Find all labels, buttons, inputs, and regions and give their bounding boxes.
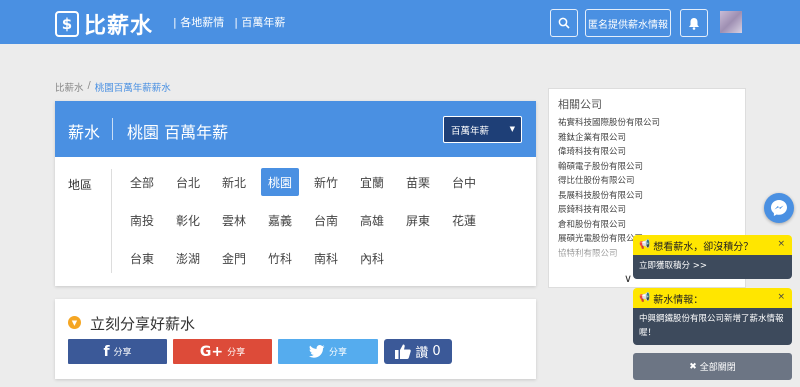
get-points-link[interactable]: 立即獲取積分 >> <box>639 261 707 271</box>
related-companies-title: 相關公司 <box>558 98 602 111</box>
card-header: 薪水 桃園 百萬年薪 百萬年薪 ▼ <box>55 101 536 157</box>
points-notification: 📢 想看薪水，卻沒積分？ × 立即獲取積分 >> <box>633 235 792 279</box>
like-count: 0 <box>432 344 441 359</box>
region-option[interactable]: 屏東 <box>399 206 437 234</box>
region-option[interactable]: 新竹 <box>307 168 345 196</box>
region-option[interactable]: 苗栗 <box>399 168 437 196</box>
google-plus-share-button[interactable]: G+ 分享 <box>173 339 272 364</box>
top-navbar: $ 比薪水 | 各地薪情 | 百萬年薪 匿名提供薪水情報 <box>0 0 800 44</box>
region-option[interactable]: 台北 <box>169 168 207 196</box>
notification-body: 立即獲取積分 >> <box>633 255 792 279</box>
nav-link-million-salary[interactable]: | 百萬年薪 <box>234 14 285 30</box>
close-icon[interactable]: × <box>777 292 785 302</box>
company-link[interactable]: 得比仕股份有限公司 <box>558 174 635 186</box>
header-divider <box>112 118 113 140</box>
facebook-icon: f <box>103 343 110 360</box>
breadcrumb-separator: / <box>87 80 91 91</box>
close-icon: ✖ <box>689 361 697 372</box>
close-all-label: 全部關閉 <box>699 363 736 373</box>
page-title: 桃園 百萬年薪 <box>127 123 229 142</box>
close-icon[interactable]: × <box>777 239 785 249</box>
like-button[interactable]: 讚 0 <box>384 339 452 364</box>
region-option[interactable]: 桃園 <box>261 168 299 196</box>
megaphone-icon: 📢 <box>639 240 651 250</box>
company-link[interactable]: 祐實科技國際股份有限公司 <box>558 116 660 128</box>
region-option[interactable]: 竹科 <box>261 244 299 272</box>
expand-chevron-icon[interactable]: ∨ <box>624 272 632 285</box>
anonymous-report-button[interactable]: 匿名提供薪水情報 <box>585 9 671 37</box>
logo-text: 比薪水 <box>84 14 154 39</box>
region-option[interactable]: 嘉義 <box>261 206 299 234</box>
company-link[interactable]: 長展科技股份有限公司 <box>558 189 643 201</box>
region-option[interactable]: 台東 <box>123 244 161 272</box>
company-link[interactable]: 雅鈦企業有限公司 <box>558 131 626 143</box>
notification-body: 中興鋼鐵股份有限公司新增了薪水情報喔！ <box>633 308 792 346</box>
company-link[interactable]: 倉和股份有限公司 <box>558 218 626 230</box>
notification-message[interactable]: 中興鋼鐵股份有限公司新增了薪水情報喔！ <box>639 314 784 338</box>
search-icon <box>558 17 570 29</box>
site-logo[interactable]: $ 比薪水 <box>55 8 153 40</box>
region-option[interactable]: 全部 <box>123 168 161 196</box>
twitter-icon <box>308 345 325 358</box>
facebook-share-label: 分享 <box>113 348 132 358</box>
region-option[interactable]: 南投 <box>123 206 161 234</box>
twitter-share-label: 分享 <box>328 348 347 358</box>
notification-header: 📢 想看薪水，卻沒積分？ × <box>633 235 792 255</box>
company-link[interactable]: 翰碩電子股份有限公司 <box>558 160 643 172</box>
region-option[interactable]: 新北 <box>215 168 253 196</box>
region-option[interactable]: 澎湖 <box>169 244 207 272</box>
region-option[interactable]: 花蓮 <box>445 206 483 234</box>
facebook-share-button[interactable]: f 分享 <box>68 339 167 364</box>
messenger-button[interactable] <box>764 193 794 223</box>
close-all-notifications-button[interactable]: ✖ 全部關閉 <box>633 353 792 380</box>
google-plus-icon: G+ <box>199 343 224 360</box>
logo-dollar-icon: $ <box>55 11 79 37</box>
salary-type-select-value: 百萬年薪 <box>451 125 490 137</box>
salary-type-select[interactable]: 百萬年薪 ▼ <box>443 116 522 143</box>
salary-filter-card: 薪水 桃園 百萬年薪 百萬年薪 ▼ 地區 全部 台北 新北 桃園 新竹 宜蘭 苗栗 台中南投彰… <box>55 101 536 286</box>
thumbs-up-icon <box>395 344 412 359</box>
nav-link-regional-salary[interactable]: | 各地薪情 <box>173 14 224 30</box>
region-option[interactable]: 台中 <box>445 168 483 196</box>
region-option[interactable]: 台南 <box>307 206 345 234</box>
region-option[interactable]: 宜蘭 <box>353 168 391 196</box>
twitter-share-button[interactable]: 分享 <box>278 339 378 364</box>
company-link[interactable]: 辰錡科技有限公司 <box>558 203 626 215</box>
region-option[interactable]: 內科 <box>353 244 391 272</box>
region-option[interactable]: 雲林 <box>215 206 253 234</box>
user-avatar[interactable] <box>720 11 742 33</box>
like-label: 讚 <box>415 346 429 361</box>
chevron-down-circle-icon: ▼ <box>68 316 81 329</box>
bell-icon <box>689 17 699 30</box>
notification-title: 薪水情報： <box>653 294 704 306</box>
messenger-icon <box>771 200 787 216</box>
area-divider <box>111 169 112 273</box>
megaphone-icon: 📢 <box>639 293 651 303</box>
caret-down-icon: ▼ <box>509 125 515 133</box>
salary-info-notification: 📢 薪水情報： × 中興鋼鐵股份有限公司新增了薪水情報喔！ <box>633 288 792 346</box>
breadcrumb-home[interactable]: 比薪水 <box>55 80 84 94</box>
nav-links: | 各地薪情 | 百萬年薪 <box>173 14 285 30</box>
region-option[interactable]: 彰化 <box>169 206 207 234</box>
region-option[interactable]: 金門 <box>215 244 253 272</box>
region-option[interactable]: 南科 <box>307 244 345 272</box>
share-card: ▼ 立刻分享好薪水 f 分享 G+ 分享 分享 讚 0 <box>55 299 536 379</box>
breadcrumb: 比薪水 / 桃園百萬年薪薪水 <box>55 80 171 94</box>
share-title: 立刻分享好薪水 <box>90 315 196 333</box>
google-plus-share-label: 分享 <box>227 348 246 358</box>
area-label: 地區 <box>68 178 93 192</box>
search-button[interactable] <box>550 9 578 37</box>
notification-title: 想看薪水，卻沒積分？ <box>653 241 754 253</box>
notifications-button[interactable] <box>680 9 708 37</box>
region-option[interactable]: 高雄 <box>353 206 391 234</box>
header-salary-label: 薪水 <box>68 123 101 142</box>
breadcrumb-current[interactable]: 桃園百萬年薪薪水 <box>95 80 171 94</box>
company-link[interactable]: 偉琦科技有限公司 <box>558 145 626 157</box>
notification-header: 📢 薪水情報： × <box>633 288 792 308</box>
